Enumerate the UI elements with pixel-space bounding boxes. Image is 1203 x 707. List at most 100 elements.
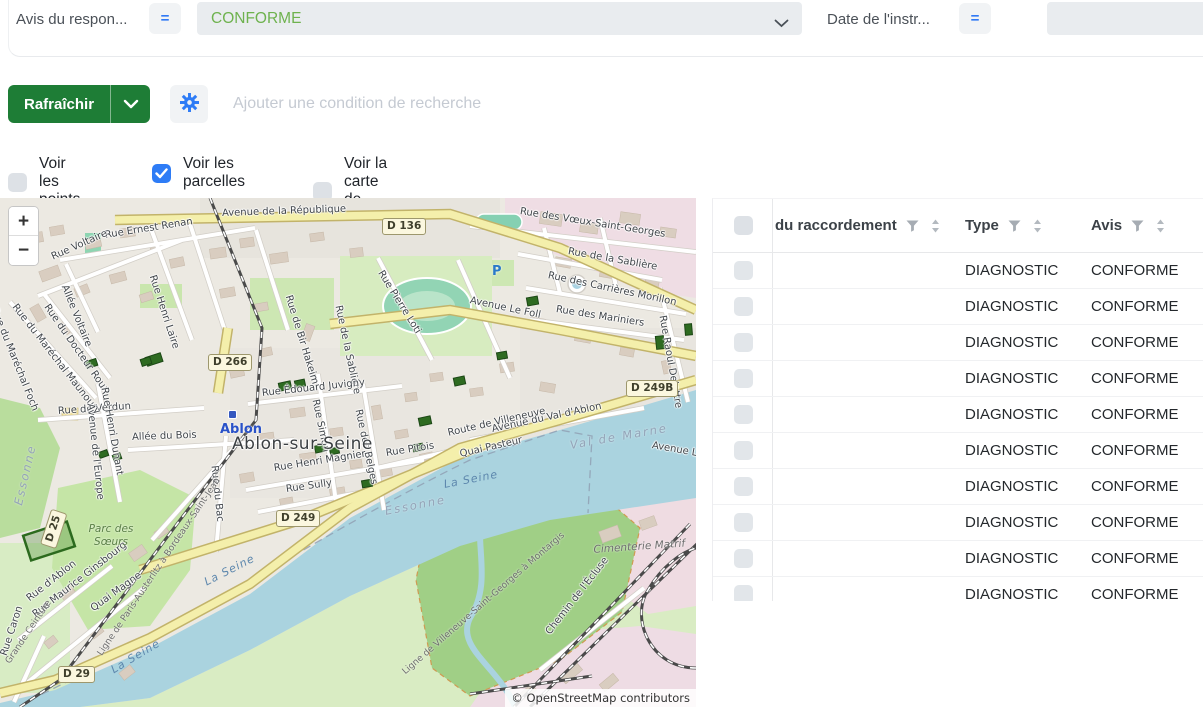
- parcel-feature[interactable]: [683, 323, 694, 336]
- filter-operator-date-button[interactable]: =: [959, 3, 991, 34]
- row-checkbox-cell: [713, 505, 773, 540]
- zoom-in-button[interactable]: +: [9, 207, 38, 236]
- filter-label-date: Date de l'instr...: [827, 11, 930, 28]
- settings-button[interactable]: [170, 85, 208, 123]
- cell-type: DIAGNOSTIC: [965, 334, 1059, 351]
- filter-value-date-select[interactable]: [1047, 2, 1203, 35]
- cell-avis: CONFORME: [1091, 334, 1179, 351]
- row-checkbox-cell: [713, 577, 773, 601]
- cell-type: DIAGNOSTIC: [965, 370, 1059, 387]
- row-checkbox-cell: [713, 397, 773, 432]
- row-checkbox[interactable]: [734, 333, 753, 352]
- table-row[interactable]: DIAGNOSTIC CONFORME: [713, 505, 1203, 541]
- filter-bar: Avis du respon... = CONFORME Date de l'i…: [8, 0, 1203, 57]
- cell-avis: CONFORME: [1091, 442, 1179, 459]
- column-label: du raccordement: [775, 217, 897, 234]
- option-label: Voir les parcelles: [183, 155, 246, 190]
- cell-avis: CONFORME: [1091, 406, 1179, 423]
- cell-type: DIAGNOSTIC: [965, 586, 1059, 601]
- table-row[interactable]: DIAGNOSTIC CONFORME: [713, 361, 1203, 397]
- map-zoom-control: + −: [8, 206, 39, 266]
- parcel-feature[interactable]: [452, 375, 467, 387]
- header-checkbox-cell: [713, 199, 773, 252]
- table-header: du raccordement Type Avis: [713, 199, 1203, 253]
- select-all-checkbox[interactable]: [734, 216, 753, 235]
- table-row[interactable]: DIAGNOSTIC CONFORME: [713, 541, 1203, 577]
- results-table: du raccordement Type Avis DIAGNOSTIC CON…: [712, 198, 1203, 601]
- column-label: Avis: [1091, 217, 1123, 234]
- cell-avis: CONFORME: [1091, 262, 1179, 279]
- checkbox-voir-les-points[interactable]: [8, 172, 27, 192]
- sort-icon[interactable]: [931, 219, 940, 233]
- filter-funnel-icon[interactable]: [1131, 220, 1144, 232]
- row-checkbox-cell: [713, 253, 773, 288]
- cell-avis: CONFORME: [1091, 478, 1179, 495]
- cell-avis: CONFORME: [1091, 298, 1179, 315]
- refresh-dropdown-button[interactable]: [110, 85, 151, 123]
- chevron-down-icon: [774, 15, 789, 33]
- zoom-out-button[interactable]: −: [9, 236, 38, 265]
- row-checkbox[interactable]: [734, 297, 753, 316]
- cell-avis: CONFORME: [1091, 514, 1179, 531]
- train-station-icon: [228, 410, 237, 419]
- table-row[interactable]: DIAGNOSTIC CONFORME: [713, 469, 1203, 505]
- map-attribution[interactable]: © OpenStreetMap contributors: [505, 689, 696, 707]
- row-checkbox[interactable]: [734, 405, 753, 424]
- row-checkbox[interactable]: [734, 261, 753, 280]
- column-header-avis: Avis: [1089, 217, 1203, 234]
- gear-icon: [179, 93, 199, 115]
- column-label: Type: [965, 217, 999, 234]
- row-checkbox[interactable]: [734, 441, 753, 460]
- cell-type: DIAGNOSTIC: [965, 262, 1059, 279]
- cell-type: DIAGNOSTIC: [965, 298, 1059, 315]
- row-checkbox-cell: [713, 541, 773, 576]
- row-checkbox-cell: [713, 325, 773, 360]
- filter-operator-avis-button[interactable]: =: [149, 3, 181, 34]
- map[interactable]: Avenue de la République D 136 Rue des Vœux…: [0, 198, 696, 707]
- row-checkbox[interactable]: [734, 369, 753, 388]
- parcel-feature[interactable]: [328, 446, 341, 456]
- parcel-feature[interactable]: [411, 442, 425, 453]
- filter-value-avis-select[interactable]: CONFORME: [197, 2, 802, 35]
- refresh-split-button: Rafraîchir: [8, 85, 151, 123]
- row-checkbox[interactable]: [734, 513, 753, 532]
- table-row[interactable]: DIAGNOSTIC CONFORME: [713, 433, 1203, 469]
- sort-icon[interactable]: [1156, 219, 1165, 233]
- cell-avis: CONFORME: [1091, 550, 1179, 567]
- search-condition-input[interactable]: Ajouter une condition de recherche: [233, 85, 933, 123]
- parcel-feature[interactable]: [360, 478, 374, 489]
- cell-type: DIAGNOSTIC: [965, 550, 1059, 567]
- parcel-feature[interactable]: [525, 295, 540, 307]
- cell-type: DIAGNOSTIC: [965, 514, 1059, 531]
- cell-avis: CONFORME: [1091, 370, 1179, 387]
- row-checkbox[interactable]: [734, 585, 753, 601]
- cell-type: DIAGNOSTIC: [965, 478, 1059, 495]
- table-row[interactable]: DIAGNOSTIC CONFORME: [713, 577, 1203, 601]
- column-header-type: Type: [963, 217, 1089, 234]
- cell-type: DIAGNOSTIC: [965, 406, 1059, 423]
- table-row[interactable]: DIAGNOSTIC CONFORME: [713, 253, 1203, 289]
- filter-funnel-icon[interactable]: [1008, 220, 1021, 232]
- table-row[interactable]: DIAGNOSTIC CONFORME: [713, 289, 1203, 325]
- cell-type: DIAGNOSTIC: [965, 442, 1059, 459]
- filter-label-avis: Avis du respon...: [16, 11, 128, 28]
- parcel-feature[interactable]: [293, 378, 307, 389]
- checkbox-voir-les-parcelles[interactable]: [152, 163, 171, 183]
- table-row[interactable]: DIAGNOSTIC CONFORME: [713, 325, 1203, 361]
- row-checkbox-cell: [713, 289, 773, 324]
- filter-funnel-icon[interactable]: [906, 220, 919, 232]
- row-checkbox-cell: [713, 469, 773, 504]
- row-checkbox[interactable]: [734, 477, 753, 496]
- filter-value-avis: CONFORME: [211, 9, 302, 27]
- option-voir-les-parcelles[interactable]: Voir les parcelles: [152, 155, 245, 191]
- sort-icon[interactable]: [1033, 219, 1042, 233]
- parcel-feature[interactable]: [495, 350, 509, 361]
- refresh-button[interactable]: Rafraîchir: [8, 85, 111, 123]
- table-body: DIAGNOSTIC CONFORME DIAGNOSTIC CONFORME DIAG…: [713, 253, 1203, 601]
- cell-avis: CONFORME: [1091, 586, 1179, 601]
- parcel-feature[interactable]: [654, 335, 666, 350]
- column-header-raccordement: du raccordement: [773, 217, 963, 234]
- row-checkbox[interactable]: [734, 549, 753, 568]
- table-row[interactable]: DIAGNOSTIC CONFORME: [713, 397, 1203, 433]
- row-checkbox-cell: [713, 361, 773, 396]
